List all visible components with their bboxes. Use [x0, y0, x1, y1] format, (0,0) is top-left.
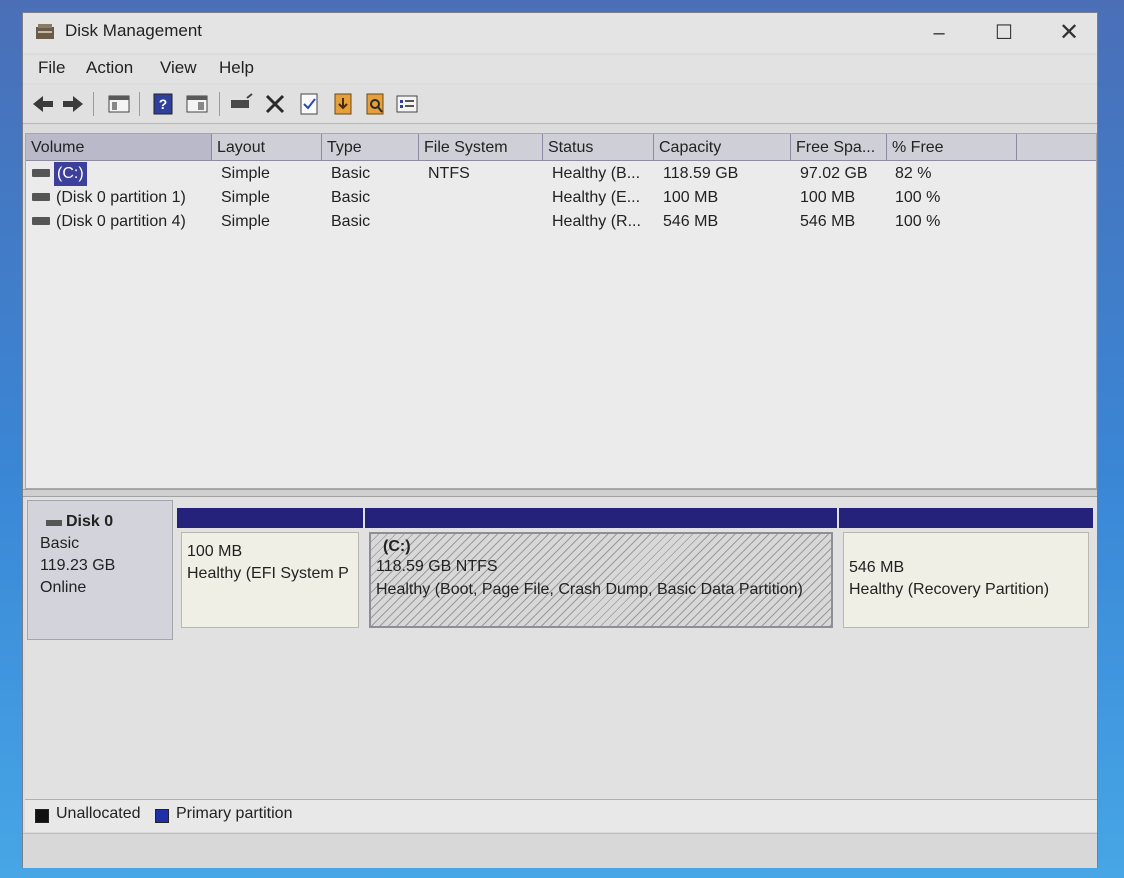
close-button[interactable]: ✕ [1046, 17, 1092, 49]
partition-label: (C:) [383, 538, 411, 555]
partition-status: Healthy (Recovery Partition) [849, 581, 1050, 598]
volume-list-header: Volume Layout Type File System Status Ca… [26, 134, 1096, 161]
volume-percent-free: 100 % [895, 213, 941, 230]
volume-file-system: NTFS [428, 165, 470, 182]
volume-capacity: 546 MB [663, 213, 719, 230]
primary-partition-swatch [155, 809, 169, 823]
volume-status: Healthy (B... [552, 165, 641, 182]
find-icon[interactable] [363, 92, 387, 116]
unallocated-swatch [35, 809, 49, 823]
partition-status: Healthy (EFI System P [187, 565, 349, 582]
forward-arrow-icon[interactable] [61, 92, 85, 116]
partition-size: 118.59 GB NTFS [376, 558, 498, 575]
disk-type: Basic [40, 535, 80, 552]
volume-row[interactable]: (C:) Simple Basic NTFS Healthy (B... 118… [26, 162, 1096, 186]
partition-header [839, 508, 1093, 528]
volume-free-space: 100 MB [800, 189, 856, 206]
menu-help[interactable]: Help [219, 58, 254, 78]
partition-header [177, 508, 363, 528]
disk-icon [46, 520, 62, 526]
column-file-system[interactable]: File System [419, 134, 543, 160]
volume-status: Healthy (R... [552, 213, 641, 230]
legend-primary-partition: Primary partition [176, 805, 293, 822]
volume-status: Healthy (E... [552, 189, 641, 206]
legend-bar: Unallocated Primary partition [25, 799, 1097, 832]
menu-view[interactable]: View [160, 58, 197, 78]
svg-text:?: ? [159, 96, 168, 112]
column-type[interactable]: Type [322, 134, 419, 160]
volume-percent-free: 100 % [895, 189, 941, 206]
volume-layout: Simple [221, 189, 270, 206]
column-layout[interactable]: Layout [212, 134, 322, 160]
toolbar-separator [139, 92, 140, 116]
drive-icon [32, 169, 50, 177]
console-tree-icon[interactable] [107, 92, 131, 116]
partition-size: 100 MB [187, 543, 243, 560]
column-percent-free[interactable]: % Free [887, 134, 1017, 160]
window-title: Disk Management [65, 21, 203, 40]
partition-body-selected: (C:) 118.59 GB NTFS Healthy (Boot, Page … [369, 532, 833, 628]
partition-status: Healthy (Boot, Page File, Crash Dump, Ba… [376, 581, 803, 598]
menu-bar: File Action View Help [23, 55, 1097, 83]
drive-icon [32, 193, 50, 201]
minimize-button[interactable]: – [916, 17, 962, 49]
volume-name: (Disk 0 partition 4) [56, 213, 186, 230]
title-bar: Disk Management – ☐ ✕ [23, 13, 1097, 53]
connect-drive-icon[interactable] [229, 92, 253, 116]
toolbar-separator [219, 92, 220, 116]
disk-0-info[interactable]: Disk 0 Basic 119.23 GB Online [27, 500, 173, 640]
column-free-space[interactable]: Free Spa... [791, 134, 887, 160]
disk-size: 119.23 GB [40, 557, 116, 574]
properties-icon[interactable] [185, 92, 209, 116]
column-status[interactable]: Status [543, 134, 654, 160]
volume-free-space: 97.02 GB [800, 165, 868, 182]
menu-file[interactable]: File [38, 58, 65, 78]
volume-list: Volume Layout Type File System Status Ca… [25, 133, 1097, 489]
pane-splitter[interactable] [23, 489, 1097, 497]
partition-body: 100 MB Healthy (EFI System P [181, 532, 359, 628]
disk-graphical-view: Disk 0 Basic 119.23 GB Online 100 MB Hea… [25, 497, 1097, 799]
volume-name: (C:) [54, 162, 87, 186]
back-arrow-icon[interactable] [31, 92, 55, 116]
help-icon[interactable]: ? [151, 92, 175, 116]
volume-free-space: 546 MB [800, 213, 856, 230]
partition-header [365, 508, 837, 528]
export-icon[interactable] [331, 92, 355, 116]
toolbar-separator [93, 92, 94, 116]
column-capacity[interactable]: Capacity [654, 134, 791, 160]
volume-row[interactable]: (Disk 0 partition 4) Simple Basic Health… [26, 210, 1096, 234]
volume-layout: Simple [221, 213, 270, 230]
volume-row[interactable]: (Disk 0 partition 1) Simple Basic Health… [26, 186, 1096, 210]
maximize-button[interactable]: ☐ [981, 17, 1027, 49]
volume-type: Basic [331, 165, 371, 182]
disk-state: Online [40, 579, 87, 596]
legend-unallocated: Unallocated [56, 805, 141, 822]
status-bar [23, 833, 1097, 868]
partition-c-drive[interactable]: (C:) 118.59 GB NTFS Healthy (Boot, Page … [365, 508, 837, 632]
volume-name: (Disk 0 partition 1) [56, 189, 186, 206]
disk-name: Disk 0 [66, 513, 114, 530]
volume-type: Basic [331, 213, 371, 230]
drive-icon [32, 217, 50, 225]
volume-type: Basic [331, 189, 371, 206]
volume-capacity: 100 MB [663, 189, 719, 206]
manage-list-icon[interactable] [395, 92, 419, 116]
volume-capacity: 118.59 GB [663, 165, 739, 182]
partition-body: 546 MB Healthy (Recovery Partition) [843, 532, 1089, 628]
delete-icon[interactable] [263, 92, 287, 116]
disk-management-app-icon [36, 24, 54, 39]
volume-layout: Simple [221, 165, 270, 182]
toolbar: ? [23, 85, 1097, 124]
check-document-icon[interactable] [297, 92, 321, 116]
partition-size: 546 MB [849, 559, 905, 576]
partition-recovery[interactable]: 546 MB Healthy (Recovery Partition) [839, 508, 1093, 632]
disk-management-window: Disk Management – ☐ ✕ File Action View H… [22, 12, 1098, 868]
menu-action[interactable]: Action [86, 58, 133, 78]
volume-percent-free: 82 % [895, 165, 932, 182]
partition-efi[interactable]: 100 MB Healthy (EFI System P [177, 508, 363, 632]
column-volume[interactable]: Volume [26, 134, 212, 160]
